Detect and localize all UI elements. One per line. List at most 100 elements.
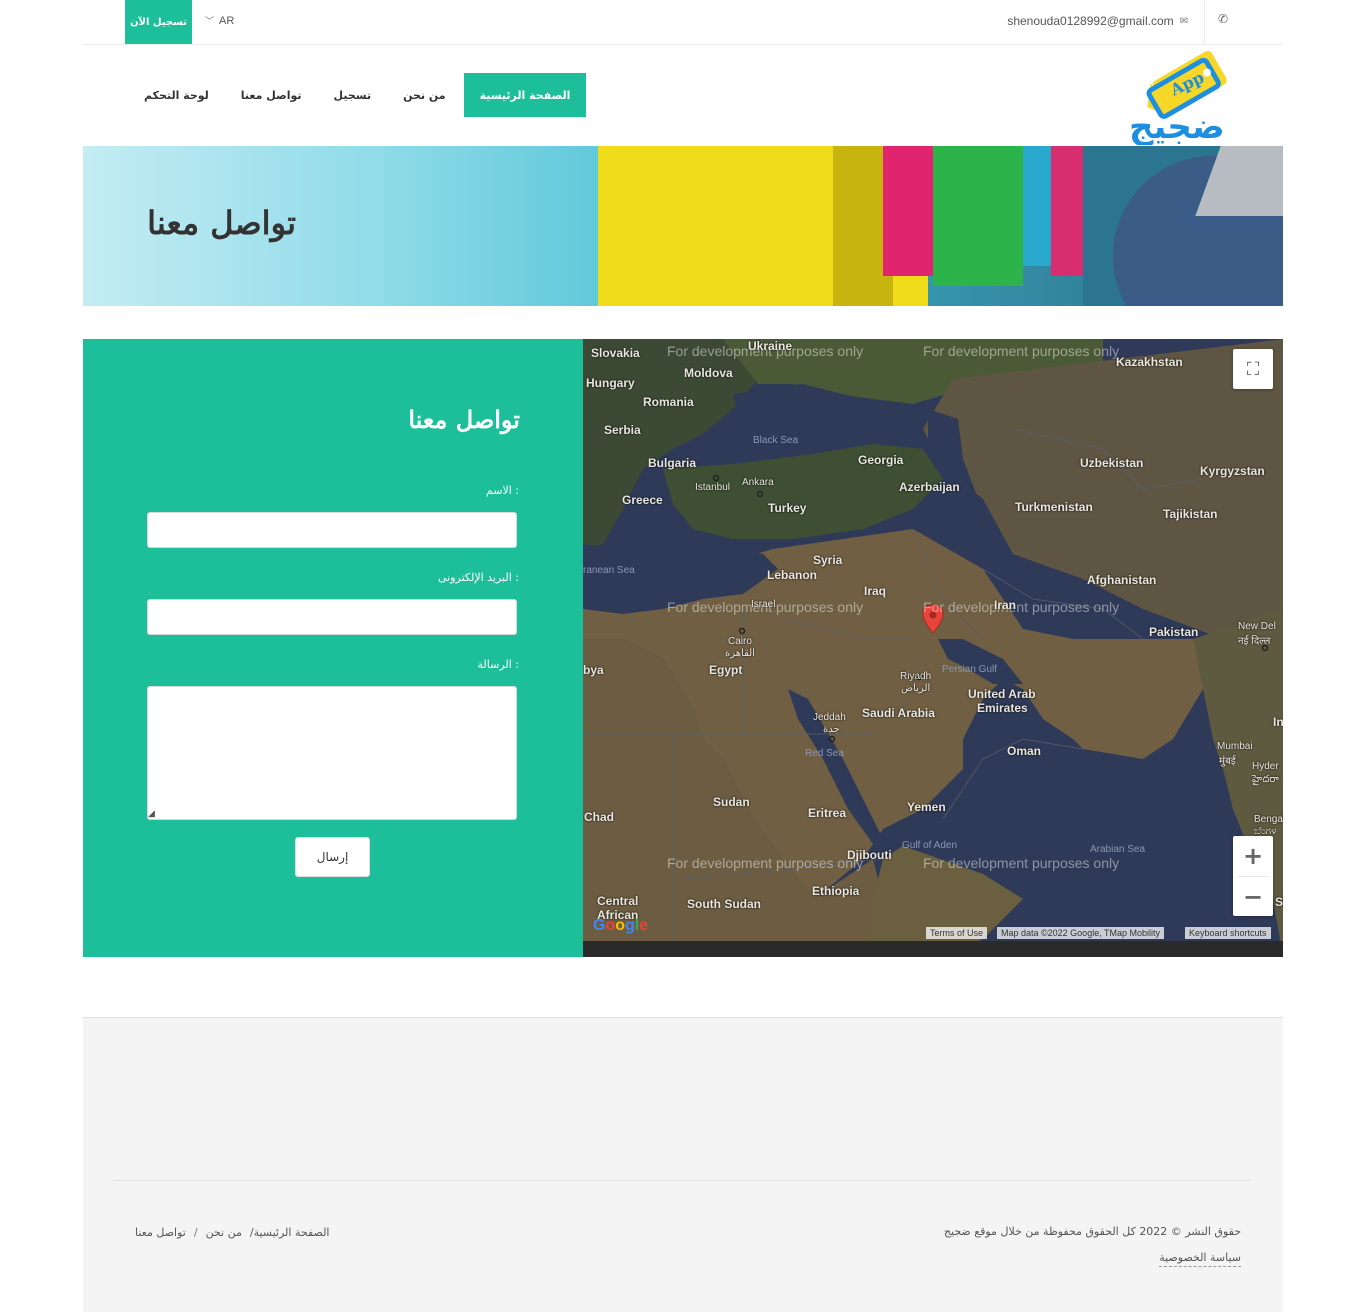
map-label: Turkey: [768, 501, 807, 515]
envelope-icon: ✉: [1179, 15, 1188, 27]
map-label: القاهرة: [725, 648, 755, 659]
zoom-out-icon[interactable]: −: [1243, 877, 1263, 916]
map-label: bya: [583, 663, 604, 677]
nav-item-contact[interactable]: تواصل معنا: [225, 73, 318, 117]
map-label: Kazakhstan: [1116, 355, 1183, 369]
svg-text:ضجيج: ضجيج: [1129, 107, 1225, 145]
map-label: Hyder: [1252, 761, 1279, 772]
main-header: لوحة التحكم تواصل معنا تسجيل من نحن الصف…: [83, 45, 1283, 147]
map-label: Black Sea: [753, 435, 799, 446]
map-label: Jeddah: [813, 712, 846, 723]
keyboard-shortcuts-link[interactable]: Keyboard shortcuts: [1185, 927, 1271, 939]
map-bottom-bar: [583, 941, 1283, 957]
resize-handle-icon[interactable]: ◢: [148, 809, 155, 819]
nav-item-about[interactable]: من نحن: [387, 73, 462, 117]
divider: [1204, 0, 1205, 44]
contact-form: تواصل معنا الاسم : البريد الإلكترونى : ا…: [83, 339, 583, 957]
map-label: Tajikistan: [1163, 507, 1218, 521]
nav-item-dashboard[interactable]: لوحة التحكم: [128, 73, 225, 117]
language-selector[interactable]: ﹀ AR: [205, 14, 234, 27]
breadcrumb-contact[interactable]: تواصل معنا: [135, 1226, 186, 1239]
map-label: హైదరా: [1252, 774, 1279, 785]
email-label: البريد الإلكترونى :: [437, 571, 519, 584]
terms-link[interactable]: Terms of Use: [926, 927, 988, 939]
watermark: For development purposes only: [667, 855, 864, 871]
breadcrumb-home[interactable]: الصفحة الرئيسية/: [250, 1226, 330, 1239]
map-label: Afghanistan: [1087, 573, 1157, 587]
footer-breadcrumb: الصفحة الرئيسية/ من نحن / تواصل معنا: [135, 1226, 329, 1239]
map-label: नई दिल्ल: [1238, 636, 1271, 647]
map-label: South Sudan: [687, 897, 761, 911]
fullscreen-icon[interactable]: ⛶: [1233, 349, 1273, 389]
map-label: Eritrea: [808, 806, 847, 820]
privacy-policy-link[interactable]: سياسة الخصوصية: [1159, 1251, 1241, 1267]
map-label: Greece: [622, 493, 663, 507]
copyright-text: حقوق النشر © 2022 كل الحقوق محفوظة من خل…: [943, 1225, 1241, 1238]
register-now-button[interactable]: تسجيل الآن: [125, 0, 192, 44]
google-map[interactable]: For development purposes only For develo…: [583, 339, 1283, 957]
map-label: Mumbai: [1217, 741, 1253, 752]
contact-title: تواصل معنا: [408, 405, 520, 434]
message-field[interactable]: [147, 686, 517, 820]
site-logo[interactable]: App ضجيج: [1123, 45, 1248, 147]
map-label: Chad: [584, 810, 614, 824]
map-label: Kyrgyzstan: [1200, 464, 1265, 478]
map-label: Lebanon: [767, 568, 817, 582]
top-bar: تسجيل الآن ﹀ AR shenouda0128992@gmail.co…: [83, 0, 1283, 45]
map-label: Sudan: [713, 795, 750, 809]
chevron-down-icon: ﹀: [205, 16, 215, 26]
name-label: الاسم :: [485, 484, 519, 497]
page-title: تواصل معنا: [147, 204, 296, 242]
map-label: Turkmenistan: [1015, 500, 1093, 514]
banner-bag: [933, 146, 1023, 286]
map-label: Central: [597, 894, 639, 908]
map-label: Riyadh: [900, 671, 932, 682]
watermark: For development purposes only: [923, 855, 1120, 871]
main-nav: لوحة التحكم تواصل معنا تسجيل من نحن الصف…: [128, 73, 587, 117]
map-label: In: [1273, 715, 1283, 729]
map-label: United Arab: [968, 687, 1036, 701]
top-email[interactable]: shenouda0128992@gmail.com ✉: [1007, 14, 1188, 28]
map-label: Egypt: [709, 663, 743, 677]
map-label: ranean Sea: [583, 565, 635, 576]
map-label: Georgia: [858, 453, 904, 467]
email-field[interactable]: [147, 599, 517, 635]
map-label: Iran: [994, 598, 1017, 612]
banner-bag: [1023, 146, 1053, 266]
banner-bag: [1051, 146, 1086, 276]
watermark: For development purposes only: [923, 599, 1120, 615]
breadcrumb-about[interactable]: من نحن: [206, 1226, 242, 1239]
map-label: Bengal: [1254, 814, 1283, 825]
breadcrumb-separator: /: [193, 1226, 198, 1239]
nav-item-home[interactable]: الصفحة الرئيسية: [463, 73, 587, 117]
language-label: AR: [219, 14, 235, 27]
map-label: Ukraine: [748, 339, 793, 353]
map-label: Hungary: [586, 376, 635, 390]
map-label: Ankara: [742, 477, 774, 488]
map-label: الرياض: [901, 683, 931, 694]
google-logo[interactable]: Google: [593, 917, 648, 935]
zoom-in-icon[interactable]: +: [1243, 836, 1263, 876]
page: تسجيل الآن ﹀ AR shenouda0128992@gmail.co…: [83, 0, 1283, 1312]
map-label: جدة: [823, 724, 840, 735]
map-label: Serbia: [604, 423, 641, 437]
map-label: Arabian Sea: [1090, 844, 1146, 855]
map-label: Azerbaijan: [899, 480, 960, 494]
footer: حقوق النشر © 2022 كل الحقوق محفوظة من خل…: [83, 1017, 1283, 1312]
nav-item-register[interactable]: تسجيل: [318, 73, 388, 117]
zoom-control: + −: [1233, 836, 1273, 916]
name-field[interactable]: [147, 512, 517, 548]
map-label: Slovakia: [591, 346, 640, 360]
send-button[interactable]: إرسال: [295, 837, 370, 877]
logo-graphic: App ضجيج: [1129, 51, 1227, 147]
map-label: Syria: [813, 553, 843, 567]
map-label: Persian Gulf: [942, 664, 998, 675]
map-label: Moldova: [684, 366, 733, 380]
map-label: Djibouti: [847, 848, 892, 862]
map-label: Oman: [1007, 744, 1042, 758]
map-label: Romania: [643, 395, 694, 409]
email-address: shenouda0128992@gmail.com: [1007, 14, 1174, 28]
phone-icon[interactable]: ✆: [1218, 12, 1228, 26]
watermark: For development purposes only: [923, 343, 1120, 359]
map-label: Iraq: [864, 584, 887, 598]
